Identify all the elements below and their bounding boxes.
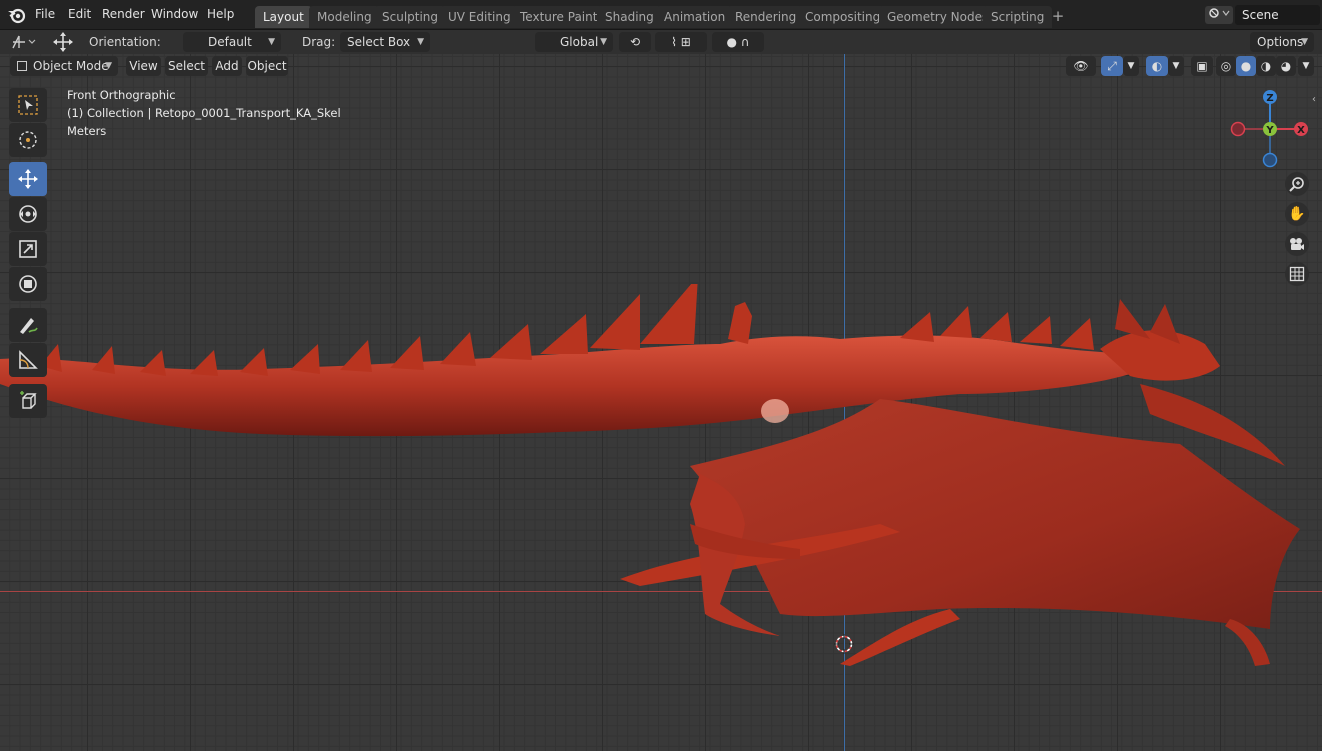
chevron-down-icon: ▼	[268, 37, 275, 47]
dragon-mesh[interactable]	[0, 284, 1322, 684]
menu-render[interactable]: Render	[102, 0, 145, 30]
move-tool-icon[interactable]	[9, 162, 47, 196]
top-bar: File Edit Render Window Help Layout Mode…	[0, 0, 1322, 30]
tab-shading[interactable]: Shading	[597, 6, 662, 28]
orientation-label: Orientation:	[89, 35, 161, 49]
chevron-down-icon: ▼	[600, 37, 607, 47]
transform-pivot-icon[interactable]	[8, 32, 40, 52]
chevron-down-icon[interactable]: ▼	[1123, 56, 1139, 76]
menu-edit[interactable]: Edit	[68, 0, 91, 30]
tab-sculpting[interactable]: Sculpting	[374, 6, 447, 28]
tab-modeling[interactable]: Modeling	[309, 6, 380, 28]
menu-select[interactable]: Select	[165, 56, 208, 76]
3d-viewport[interactable]: Front Orthographic (1) Collection | Reto…	[0, 54, 1322, 751]
tab-compositing[interactable]: Compositing	[797, 6, 889, 28]
viewport-header: Object Mode ▼ View Select Add Object 👁 ⤢…	[0, 54, 1322, 78]
chevron-down-icon[interactable]: ▼	[1298, 56, 1314, 76]
move-gizmo-icon[interactable]	[50, 31, 76, 53]
drag-value: Select Box	[347, 35, 411, 49]
select-box-tool-icon[interactable]	[9, 88, 47, 122]
solid-shading-icon[interactable]: ●	[1236, 56, 1256, 76]
rotate-tool-icon[interactable]	[9, 197, 47, 231]
3d-cursor-icon[interactable]	[834, 634, 854, 654]
menu-add[interactable]: Add	[212, 56, 242, 76]
add-workspace-icon[interactable]: +	[1048, 6, 1068, 28]
tab-uv-editing[interactable]: UV Editing	[440, 6, 519, 28]
blender-logo-icon[interactable]	[7, 6, 27, 24]
gizmo-x-label: X	[1297, 125, 1305, 136]
drag-label: Drag:	[302, 35, 336, 49]
toggle-perspective-grid-icon[interactable]	[1285, 262, 1309, 286]
tab-animation[interactable]: Animation	[656, 6, 734, 28]
pivot-point-icon[interactable]: ⟲	[619, 32, 651, 52]
chevron-down-icon: ▼	[1301, 37, 1308, 47]
overlays-icon[interactable]: ◐	[1146, 56, 1168, 76]
scene-name-field[interactable]: Scene	[1235, 5, 1320, 25]
sidebar-toggle-icon[interactable]: ‹	[1312, 94, 1316, 105]
transform-tool-icon[interactable]	[9, 267, 47, 301]
dragon-body	[0, 335, 1220, 437]
menu-object[interactable]: Object	[246, 56, 288, 76]
orientation-value: Default	[208, 35, 252, 49]
menu-help[interactable]: Help	[207, 0, 234, 30]
menu-view[interactable]: View	[126, 56, 161, 76]
transform-orientation-value: Global	[560, 35, 599, 49]
scale-tool-icon[interactable]	[9, 232, 47, 266]
pan-hand-icon[interactable]: ✋	[1285, 202, 1309, 226]
zoom-icon[interactable]	[1285, 172, 1309, 196]
show-gizmo-icon[interactable]: ⤢	[1101, 56, 1123, 76]
snap-icon[interactable]: ⌇ ⊞	[655, 32, 707, 52]
gizmo-neg-z-icon[interactable]	[1262, 152, 1278, 168]
chevron-down-icon[interactable]: ▼	[1168, 56, 1184, 76]
wireframe-shading-icon[interactable]: ◎	[1216, 56, 1236, 76]
tab-geometry-nodes[interactable]: Geometry Nodes	[879, 6, 997, 28]
tab-scripting[interactable]: Scripting	[983, 6, 1053, 28]
tool-header: Orientation: Default ▼ Drag: Select Box …	[0, 30, 1322, 54]
options-label: Options	[1257, 35, 1304, 49]
camera-view-icon[interactable]	[1285, 232, 1309, 256]
menu-file[interactable]: File	[35, 0, 55, 30]
visibility-eye-icon[interactable]: 👁	[1066, 56, 1096, 76]
active-collection-label: (1) Collection | Retopo_0001_Transport_K…	[67, 106, 341, 120]
measure-tool-icon[interactable]	[9, 343, 47, 377]
chevron-down-icon: ▼	[105, 61, 112, 71]
drag-dropdown[interactable]: Select Box ▼	[340, 32, 430, 52]
gizmo-neg-x-icon[interactable]	[1230, 121, 1246, 137]
cursor-tool-icon[interactable]	[9, 123, 47, 157]
tab-layout[interactable]: Layout	[255, 6, 312, 28]
object-mode-value: Object Mode	[33, 59, 109, 73]
proportional-editing-icon[interactable]: ● ∩	[712, 32, 764, 52]
gizmo-z-label: Z	[1266, 93, 1273, 104]
units-label: Meters	[67, 124, 107, 138]
transform-orientation-dropdown[interactable]: Global ▼	[535, 32, 613, 52]
navigation-gizmo[interactable]: Z X Y	[1226, 88, 1312, 174]
object-mode-icon	[17, 61, 27, 71]
tab-texture-paint[interactable]: Texture Paint	[512, 6, 606, 28]
rendered-shading-icon[interactable]: ◕	[1276, 56, 1296, 76]
scene-selector-icon[interactable]	[1205, 6, 1233, 24]
orientation-dropdown[interactable]: Default ▼	[183, 32, 281, 52]
add-cube-tool-icon[interactable]	[9, 384, 47, 418]
object-mode-dropdown[interactable]: Object Mode ▼	[10, 56, 118, 76]
gizmo-y-label: Y	[1265, 125, 1274, 136]
view-name-label: Front Orthographic	[67, 88, 176, 102]
options-dropdown[interactable]: Options ▼	[1250, 32, 1314, 52]
material-preview-icon[interactable]: ◑	[1256, 56, 1276, 76]
menu-window[interactable]: Window	[151, 0, 198, 30]
tab-rendering[interactable]: Rendering	[727, 6, 805, 28]
chevron-down-icon: ▼	[417, 37, 424, 47]
annotate-tool-icon[interactable]	[9, 308, 47, 342]
xray-toggle-icon[interactable]: ▣	[1191, 56, 1213, 76]
